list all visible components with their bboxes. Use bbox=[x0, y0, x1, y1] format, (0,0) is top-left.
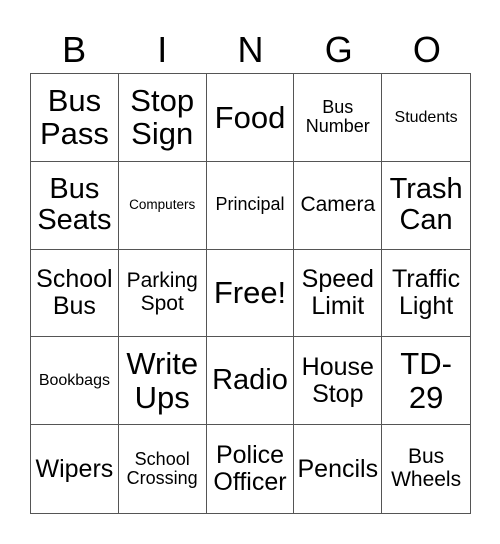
bingo-cell[interactable]: Traffic Light bbox=[382, 250, 470, 338]
bingo-cell-label: Parking Spot bbox=[126, 269, 198, 315]
bingo-cell[interactable]: Bus Pass bbox=[31, 74, 119, 162]
bingo-cell-free[interactable]: Free! bbox=[206, 249, 295, 338]
bingo-cell[interactable]: Bus Wheels bbox=[382, 425, 470, 513]
bingo-cell-label: Students bbox=[394, 108, 458, 126]
bingo-cell[interactable]: Computers bbox=[118, 161, 207, 250]
bingo-cell[interactable]: House Stop bbox=[294, 337, 383, 426]
bingo-cell[interactable]: Camera bbox=[294, 161, 383, 250]
bingo-cell-label: Bus Seats bbox=[37, 172, 112, 237]
bingo-cell-label: Bookbags bbox=[38, 372, 110, 390]
bingo-card-grid: Bus Pass Stop Sign Food Bus Number Students B… bbox=[30, 73, 471, 514]
bingo-cell-label: Wipers bbox=[35, 454, 114, 483]
bingo-cell-label: House Stop bbox=[301, 352, 374, 408]
bingo-header: B I N G O bbox=[30, 28, 471, 72]
bingo-cell-label: Bus Wheels bbox=[391, 445, 462, 492]
header-letter-i: I bbox=[157, 29, 168, 70]
bingo-cell-label: School Bus bbox=[36, 264, 113, 320]
bingo-cell-label: Food bbox=[214, 99, 286, 135]
bingo-cell[interactable]: Pencils bbox=[294, 425, 383, 513]
bingo-cell-label: Write Ups bbox=[126, 346, 199, 415]
bingo-cell[interactable]: School Crossing bbox=[119, 425, 207, 513]
bingo-cell[interactable]: Write Ups bbox=[118, 337, 207, 426]
header-letter-n: N bbox=[237, 29, 264, 70]
bingo-cell-label: Radio bbox=[212, 364, 288, 397]
bingo-cell[interactable]: School Bus bbox=[31, 249, 119, 338]
bingo-cell-label: Camera bbox=[300, 192, 376, 216]
bingo-cell-label: Principal bbox=[215, 194, 285, 215]
bingo-cell[interactable]: Wipers bbox=[31, 425, 119, 513]
header-letter-b: B bbox=[62, 29, 87, 70]
bingo-cell[interactable]: Radio bbox=[206, 337, 295, 426]
header-letter-g: G bbox=[324, 29, 353, 70]
bingo-cell-label: School Crossing bbox=[126, 448, 198, 489]
bingo-cell-label: TD-29 bbox=[400, 346, 452, 415]
bingo-cell-label: Bus Pass bbox=[39, 82, 109, 152]
bingo-cell[interactable]: Speed Limit bbox=[294, 249, 383, 338]
bingo-cell-label: Pencils bbox=[297, 454, 379, 483]
bingo-cell-label: Bus Number bbox=[305, 96, 370, 137]
bingo-cell[interactable]: Parking Spot bbox=[118, 249, 207, 338]
bingo-cell[interactable]: Students bbox=[382, 74, 470, 162]
bingo-cell[interactable]: Bookbags bbox=[31, 337, 119, 426]
bingo-cell[interactable]: Stop Sign bbox=[118, 74, 207, 162]
bingo-cell[interactable]: Bus Number bbox=[294, 74, 383, 162]
bingo-cell[interactable]: Trash Can bbox=[382, 162, 470, 250]
bingo-cell-label: Stop Sign bbox=[130, 82, 195, 152]
bingo-cell-label: Free! bbox=[213, 275, 287, 311]
bingo-cell[interactable]: TD-29 bbox=[382, 337, 470, 426]
bingo-cell[interactable]: Principal bbox=[206, 161, 295, 250]
bingo-cell-label: Police Officer bbox=[213, 441, 287, 497]
bingo-cell-label: Trash Can bbox=[389, 172, 463, 237]
bingo-cell-label: Traffic Light bbox=[392, 264, 461, 320]
bingo-cell-label: Computers bbox=[129, 196, 196, 212]
bingo-cell[interactable]: Bus Seats bbox=[31, 161, 119, 250]
header-letter-o: O bbox=[412, 29, 441, 70]
bingo-cell[interactable]: Police Officer bbox=[207, 425, 295, 513]
bingo-cell[interactable]: Food bbox=[206, 74, 295, 162]
bingo-cell-label: Speed Limit bbox=[301, 264, 374, 320]
